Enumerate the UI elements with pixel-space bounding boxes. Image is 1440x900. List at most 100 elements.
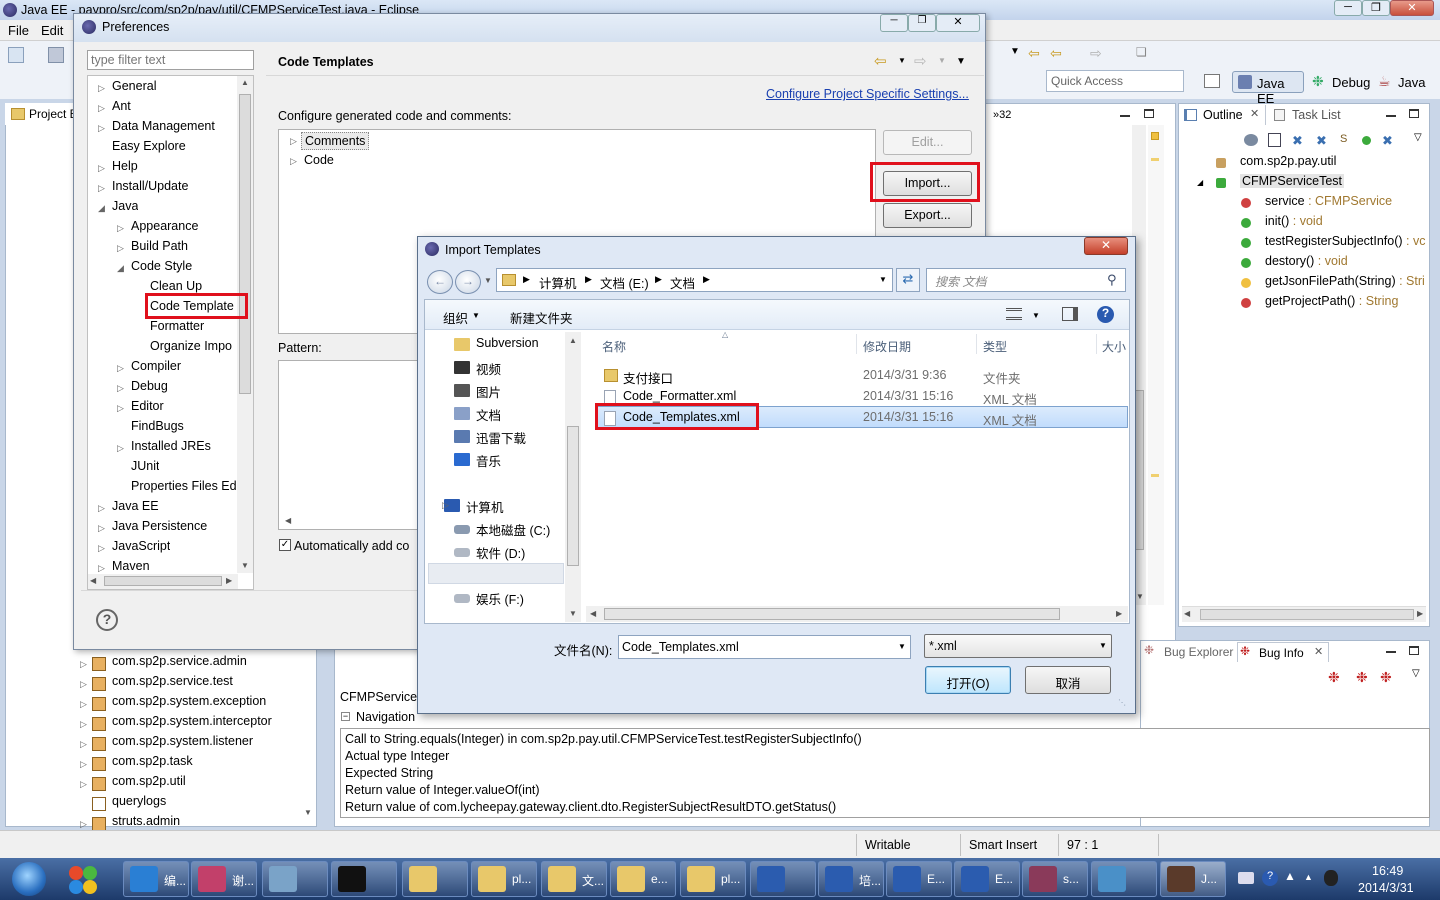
nav-item[interactable]: General [112,79,156,93]
nav-hscroll[interactable]: ◀ ▶ [88,574,238,589]
scroll-left-arrow[interactable]: ◀ [1184,609,1190,618]
edit-button[interactable]: Edit... [883,130,972,155]
tree-expand-icon[interactable]: ▷ [442,500,449,511]
nav-item[interactable]: Install/Update [112,179,188,193]
outline-item[interactable]: service : CFMPService [1265,194,1392,208]
tree-expand-icon[interactable]: ▷ [80,779,87,790]
scroll-right-arrow[interactable]: ▶ [1417,609,1423,618]
sidebar-item[interactable]: 计算机 [466,497,504,516]
view-menu-icon[interactable]: ▼ [956,56,966,67]
minimize-button[interactable]: ─ [880,14,908,32]
sidebar-item[interactable]: 视频 [476,359,501,378]
taskbar-app[interactable]: pl... [471,861,537,897]
scroll-up-arrow[interactable]: ▲ [241,78,249,87]
start-button[interactable] [2,860,54,898]
sidebar-item[interactable]: Subversion [476,336,539,350]
minimize-view-icon[interactable] [1386,115,1396,117]
recent-dropdown-icon[interactable]: ▼ [484,276,492,285]
file-type-dropdown-icon[interactable]: ▼ [1099,641,1107,650]
tree-expand-icon[interactable]: ▷ [98,563,105,574]
outline-hscroll[interactable]: ◀ ▶ [1182,606,1426,622]
outline-item[interactable]: testRegisterSubjectInfo() : vc [1265,234,1425,248]
scroll-thumb[interactable] [239,94,251,394]
bug-action-icon[interactable]: ❉ [1328,669,1340,686]
package-item[interactable]: com.sp2p.service.test [112,674,233,688]
link-icon[interactable]: ✖ [1382,133,1393,149]
nav-item[interactable]: JUnit [131,459,159,473]
tree-expand-icon[interactable]: ▷ [117,363,124,374]
package-item[interactable]: com.sp2p.system.exception [112,694,266,708]
nav-item[interactable]: Help [112,159,138,173]
visibility-icon[interactable] [1362,136,1371,145]
cancel-button[interactable]: 取消 [1025,666,1111,694]
column-name[interactable]: 名称 [602,338,626,355]
nav-item[interactable]: Data Management [112,119,215,133]
sort-icon[interactable] [1244,134,1258,146]
tree-expand-icon[interactable]: ▷ [98,503,105,514]
nav-item[interactable]: Maven [112,559,150,573]
package-item[interactable]: struts.admin [112,814,180,826]
tree-expand-icon[interactable]: ▷ [80,759,87,770]
nav-item[interactable]: Appearance [131,219,198,233]
package-item[interactable]: querylogs [112,794,166,808]
nav-item[interactable]: Properties Files Ed [131,479,236,493]
scroll-up-arrow[interactable]: ▲ [569,336,577,345]
sidebar-item[interactable]: 文档 [476,405,501,424]
help-icon[interactable]: ? [96,609,118,631]
view-mode-icon[interactable] [1006,308,1022,320]
sidebar-item[interactable]: 音乐 [476,451,501,470]
hide-static-icon[interactable]: ✖ [1292,133,1303,149]
task-list-tab[interactable]: Task List [1272,105,1352,125]
scroll-left-arrow[interactable]: ◀ [285,516,291,525]
organize-menu[interactable]: 组织 [443,308,468,327]
outline-item[interactable]: init() : void [1265,214,1323,228]
outline-item[interactable]: destory() : void [1265,254,1348,268]
taskbar-app[interactable]: 培... [818,861,884,897]
address-bar[interactable]: ▶ 计算机 ▶ 文档 (E:) ▶ 文档 ▶ ▼ [496,268,893,292]
tree-expand-icon[interactable]: ▷ [80,739,87,750]
back-dropdown-icon[interactable]: ▼ [898,56,906,65]
hide-local-icon[interactable]: S [1340,133,1347,145]
package-item[interactable]: com.sp2p.system.interceptor [112,714,272,728]
tree-expand-icon[interactable]: ▷ [117,403,124,414]
open-perspective-icon[interactable] [1204,74,1220,88]
outline-item[interactable]: getJsonFilePath(String) : Stri [1265,274,1425,288]
forward-dropdown-icon[interactable]: ▼ [938,56,946,65]
tree-expand-icon[interactable]: ▷ [98,163,105,174]
tree-collapse-icon[interactable]: ◢ [117,263,124,274]
view-menu-icon[interactable]: ▽ [1414,132,1422,143]
package-item[interactable]: com.sp2p.service.admin [112,654,247,668]
minimize-button[interactable]: ─ [1334,0,1362,16]
taskbar-app[interactable]: 编... [123,861,189,897]
breadcrumb-drive[interactable]: 文档 (E:) [600,273,649,292]
pin-icon[interactable]: ❏ [1136,45,1152,61]
maximize-button[interactable]: ❐ [908,14,936,32]
nav-item[interactable]: Ant [112,99,131,113]
clock-date[interactable]: 2014/3/31 [1358,881,1414,895]
breadcrumb-folder[interactable]: 文档 [670,273,695,292]
outline-item[interactable]: getProjectPath() : String [1265,294,1398,308]
quick-access-input[interactable]: Quick Access [1046,70,1184,92]
taskbar-app[interactable] [1091,861,1157,897]
prev-edit-icon[interactable]: ⇦ [1050,45,1066,61]
bug-action-icon[interactable]: ❉ [1356,669,1368,686]
nav-item[interactable]: Editor [131,399,164,413]
package-item[interactable]: com.sp2p.system.listener [112,734,253,748]
show-hidden-icon[interactable]: ▲ [1304,872,1313,882]
forward-arrow-icon[interactable]: ⇨ [914,52,927,70]
back-button[interactable]: ← [427,270,453,294]
nav-item[interactable]: Code Style [131,259,192,273]
tree-expand-icon[interactable]: ▷ [98,83,105,94]
perspective-debug[interactable]: ❉ Debug [1308,71,1372,93]
taskbar-app[interactable]: 谢... [191,861,257,897]
qq-icon[interactable] [1324,870,1338,886]
taskbar-app[interactable]: s... [1022,861,1088,897]
taskbar-app[interactable]: E... [886,861,952,897]
tree-expand-icon[interactable]: ▷ [290,156,297,167]
nav-item[interactable]: Java EE [112,499,159,513]
package-item[interactable]: com.sp2p.task [112,754,193,768]
nav-item[interactable]: Organize Impo [150,339,232,353]
perspective-java[interactable]: ☕ Java [1374,71,1436,93]
address-dropdown-icon[interactable]: ▼ [879,275,887,284]
toolbar-icon[interactable]: ▼ [1010,46,1026,62]
